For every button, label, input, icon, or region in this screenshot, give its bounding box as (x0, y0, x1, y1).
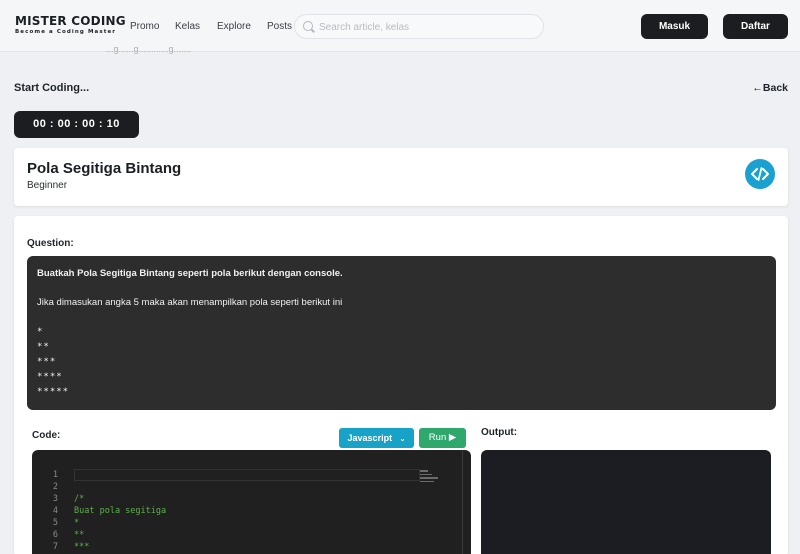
code-label: Code: (32, 430, 61, 441)
line-number: 6 (52, 530, 58, 540)
pattern-line-4: **** (37, 372, 63, 382)
page-title: Start Coding... (14, 82, 90, 94)
back-link[interactable]: ←Back (752, 82, 788, 94)
code-line: * (74, 518, 80, 528)
login-button[interactable]: Masuk (641, 14, 708, 39)
line-number: 3 (52, 494, 58, 504)
line-number: 2 (52, 482, 58, 492)
pattern-line-2: ** (37, 342, 50, 352)
code-editor[interactable]: 1 2 3 4 5 6 7 /* Buat pola segitiga * **… (32, 450, 471, 554)
register-button[interactable]: Daftar (723, 14, 788, 39)
line-number: 4 (52, 506, 58, 516)
code-line: *** (74, 542, 90, 552)
nav-posts[interactable]: Posts (267, 21, 292, 32)
output-panel (481, 450, 771, 554)
pattern-line-5: ***** (37, 387, 70, 397)
challenge-title: Pola Segitiga Bintang (27, 160, 182, 177)
active-line-highlight (74, 469, 420, 481)
logo-title: MISTER CODING (15, 14, 126, 28)
challenge-level: Beginner (27, 180, 68, 191)
search-icon (303, 21, 313, 31)
logo-subtitle: Become a Coding Master (15, 29, 117, 35)
nav-kelas[interactable]: Kelas (175, 21, 200, 32)
search-input[interactable] (319, 19, 539, 35)
search-bar[interactable] (294, 14, 544, 39)
run-label: Run (428, 432, 447, 443)
line-number: 7 (52, 542, 58, 552)
code-line: Buat pola segitiga (74, 506, 167, 516)
line-number: 5 (52, 518, 58, 528)
question-box: Buatkah Pola Segitiga Bintang seperti po… (27, 256, 776, 410)
code-icon (745, 159, 775, 189)
nav-explore[interactable]: Explore (217, 21, 251, 32)
timer: 00 : 00 : 00 : 10 (14, 111, 139, 138)
language-select[interactable]: Javascript ⌄ (339, 428, 414, 448)
question-description: Jika dimasukan angka 5 maka akan menampi… (37, 297, 343, 308)
run-button[interactable]: Run ▶ (419, 428, 466, 448)
nav-promo[interactable]: Promo (130, 21, 159, 32)
line-number: 1 (52, 470, 58, 480)
question-label: Question: (27, 238, 74, 249)
editor-minimap[interactable] (420, 470, 440, 490)
back-label: Back (762, 82, 788, 94)
chevron-down-icon: ⌄ (399, 436, 406, 443)
pattern-line-3: *** (37, 357, 57, 367)
editor-scrollbar[interactable] (462, 450, 463, 554)
code-line: /* (74, 494, 85, 504)
output-label: Output: (481, 427, 518, 438)
language-label: Javascript (347, 433, 393, 443)
scrolled-text: ...g......g............g....... (106, 44, 192, 54)
code-line: ** (74, 530, 85, 540)
play-icon: ▶ (448, 432, 457, 443)
pattern-line-1: * (37, 327, 44, 337)
question-heading: Buatkah Pola Segitiga Bintang seperti po… (37, 268, 343, 279)
arrow-left-icon: ← (752, 82, 763, 94)
logo[interactable]: MISTER CODING Become a Coding Master (15, 15, 126, 36)
challenge-card: Pola Segitiga Bintang Beginner (14, 148, 788, 206)
